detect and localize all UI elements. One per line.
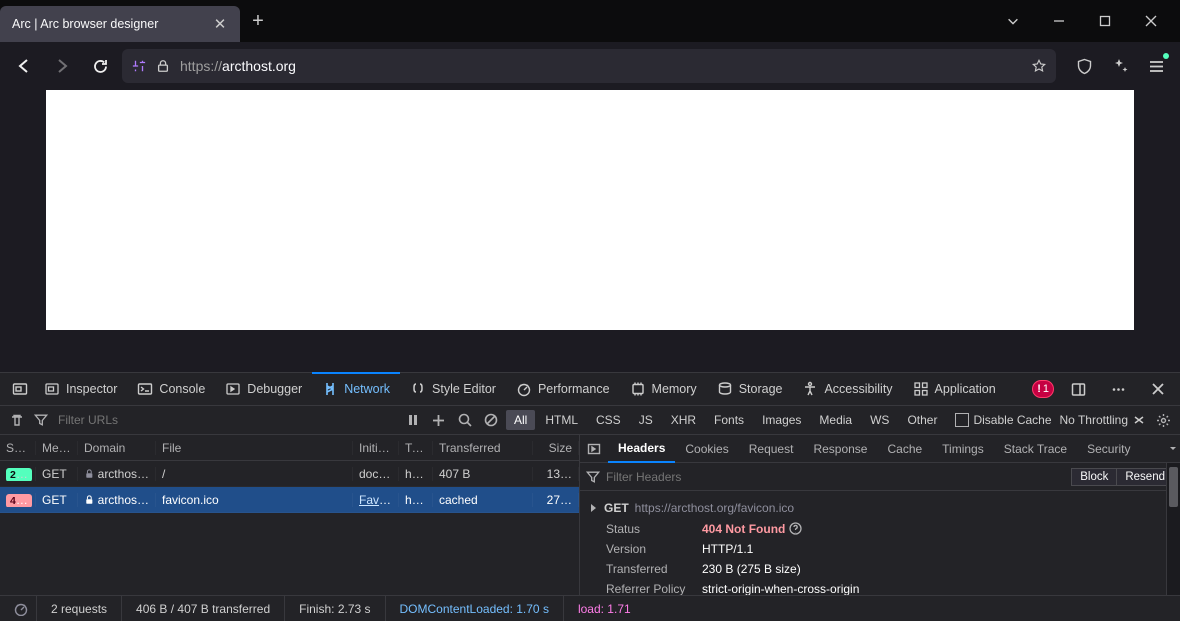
- bookmark-icon[interactable]: [1032, 59, 1046, 73]
- window-controls: [990, 0, 1180, 42]
- devtools-tab-application[interactable]: Application: [903, 373, 1006, 405]
- devtools-tab-bar: InspectorConsoleDebuggerNetworkStyle Edi…: [0, 373, 1180, 405]
- filter-chip-html[interactable]: HTML: [537, 410, 586, 430]
- detail-tab-request[interactable]: Request: [739, 435, 804, 463]
- lock-icon[interactable]: [156, 59, 170, 73]
- table-header[interactable]: Stat… Me… Domain File Initia… Ty… Transf…: [0, 435, 579, 461]
- scrollbar[interactable]: [1166, 463, 1180, 595]
- network-toolbar: AllHTMLCSSJSXHRFontsImagesMediaWSOther D…: [0, 405, 1180, 435]
- maximize-button[interactable]: [1082, 0, 1128, 42]
- browser-toolbar: https://arcthost.org: [0, 42, 1180, 90]
- tab-title: Arc | Arc browser designer: [12, 17, 204, 31]
- close-tab-icon[interactable]: ✕: [212, 16, 228, 32]
- back-button[interactable]: [8, 50, 40, 82]
- tabs-overflow-icon[interactable]: [1166, 444, 1180, 454]
- request-detail-panel: HeadersCookiesRequestResponseCacheTiming…: [580, 435, 1180, 595]
- help-icon[interactable]: [789, 522, 802, 535]
- devtools-tab-performance[interactable]: Performance: [506, 373, 620, 405]
- notification-dot-icon: [1163, 53, 1169, 59]
- search-icon[interactable]: [454, 404, 476, 436]
- load-time: load: 1.71: [564, 596, 645, 621]
- filter-chip-js[interactable]: JS: [631, 410, 661, 430]
- extension-icon[interactable]: [132, 59, 146, 73]
- finish-time: Finish: 2.73 s: [285, 596, 385, 621]
- filter-chip-xhr[interactable]: XHR: [663, 410, 704, 430]
- transferred-summary: 406 B / 407 B transferred: [122, 596, 285, 621]
- devtools: InspectorConsoleDebuggerNetworkStyle Edi…: [0, 372, 1180, 621]
- close-devtools-icon[interactable]: [1142, 373, 1174, 405]
- close-window-button[interactable]: [1128, 0, 1174, 42]
- url-bar[interactable]: https://arcthost.org: [122, 49, 1056, 83]
- devtools-tab-memory[interactable]: Memory: [620, 373, 707, 405]
- network-request-table: Stat… Me… Domain File Initia… Ty… Transf…: [0, 435, 580, 595]
- detail-tab-headers[interactable]: Headers: [608, 435, 675, 463]
- browser-tab[interactable]: Arc | Arc browser designer ✕: [0, 6, 240, 42]
- devtools-tab-inspector[interactable]: Inspector: [34, 373, 127, 405]
- new-tab-button[interactable]: +: [240, 3, 276, 39]
- reload-button[interactable]: [84, 50, 116, 82]
- minimize-button[interactable]: [1036, 0, 1082, 42]
- page-content: [46, 90, 1134, 330]
- network-status-bar: 2 requests 406 B / 407 B transferred Fin…: [0, 595, 1180, 621]
- detail-tabs: HeadersCookiesRequestResponseCacheTiming…: [580, 435, 1180, 463]
- devtools-tab-network[interactable]: Network: [312, 373, 400, 405]
- table-row[interactable]: 404GETarcthos…favicon.icoFavic…ht…cached…: [0, 487, 579, 513]
- forward-button[interactable]: [46, 50, 78, 82]
- filter-chip-other[interactable]: Other: [899, 410, 945, 430]
- tabs-dropdown-icon[interactable]: [990, 0, 1036, 42]
- add-icon[interactable]: [428, 404, 450, 436]
- detail-tab-timings[interactable]: Timings: [932, 435, 994, 463]
- detail-tab-cache[interactable]: Cache: [877, 435, 932, 463]
- headers-toolbar: Block Resend: [580, 463, 1180, 491]
- error-badge[interactable]: !1: [1032, 380, 1054, 398]
- filter-chip-css[interactable]: CSS: [588, 410, 629, 430]
- headers-body: GET https://arcthost.org/favicon.ico Sta…: [580, 491, 1180, 595]
- filter-chip-media[interactable]: Media: [811, 410, 860, 430]
- throttling-select[interactable]: No Throttling: [1056, 413, 1148, 427]
- filter-chip-images[interactable]: Images: [754, 410, 809, 430]
- perf-icon[interactable]: [14, 602, 28, 616]
- funnel-icon[interactable]: [34, 413, 48, 427]
- table-row[interactable]: 200GETarcthos…/docu…ht…407 B13…: [0, 461, 579, 487]
- block-icon[interactable]: [480, 404, 502, 436]
- dock-side-icon[interactable]: [1062, 373, 1094, 405]
- requests-count: 2 requests: [37, 596, 122, 621]
- viewport: InspectorConsoleDebuggerNetworkStyle Edi…: [0, 90, 1180, 621]
- devtools-tab-accessibility[interactable]: Accessibility: [792, 373, 902, 405]
- disable-cache-checkbox[interactable]: Disable Cache: [955, 413, 1051, 427]
- detail-tab-cookies[interactable]: Cookies: [675, 435, 738, 463]
- sparkle-icon[interactable]: [1104, 50, 1136, 82]
- detail-tab-security[interactable]: Security: [1077, 435, 1140, 463]
- devtools-tab-debugger[interactable]: Debugger: [215, 373, 312, 405]
- filter-chip-fonts[interactable]: Fonts: [706, 410, 752, 430]
- detail-tab-stack-trace[interactable]: Stack Trace: [994, 435, 1077, 463]
- filter-headers-input[interactable]: [606, 470, 1065, 484]
- toggle-raw-icon[interactable]: [580, 442, 608, 456]
- request-url-row[interactable]: GET https://arcthost.org/favicon.ico: [588, 497, 1172, 519]
- filter-chip-ws[interactable]: WS: [862, 410, 897, 430]
- devtools-tab-style-editor[interactable]: Style Editor: [400, 373, 506, 405]
- menu-button[interactable]: [1140, 50, 1172, 82]
- url-text: https://arcthost.org: [180, 58, 1022, 74]
- filter-url-input[interactable]: [54, 409, 386, 431]
- devtools-tab-console[interactable]: Console: [127, 373, 215, 405]
- devtools-tab-storage[interactable]: Storage: [707, 373, 793, 405]
- block-button[interactable]: Block: [1071, 468, 1117, 486]
- pause-icon[interactable]: [402, 404, 424, 436]
- iframe-picker-icon[interactable]: [6, 373, 34, 405]
- funnel-icon[interactable]: [586, 470, 600, 484]
- detail-tab-response[interactable]: Response: [803, 435, 877, 463]
- clear-icon[interactable]: [6, 404, 28, 436]
- kebab-icon[interactable]: [1102, 373, 1134, 405]
- domcontentloaded-time: DOMContentLoaded: 1.70 s: [386, 596, 564, 621]
- tab-bar: Arc | Arc browser designer ✕ +: [0, 0, 1180, 42]
- shield-icon[interactable]: [1068, 50, 1100, 82]
- settings-gear-icon[interactable]: [1152, 404, 1174, 436]
- filter-chip-all[interactable]: All: [506, 410, 535, 430]
